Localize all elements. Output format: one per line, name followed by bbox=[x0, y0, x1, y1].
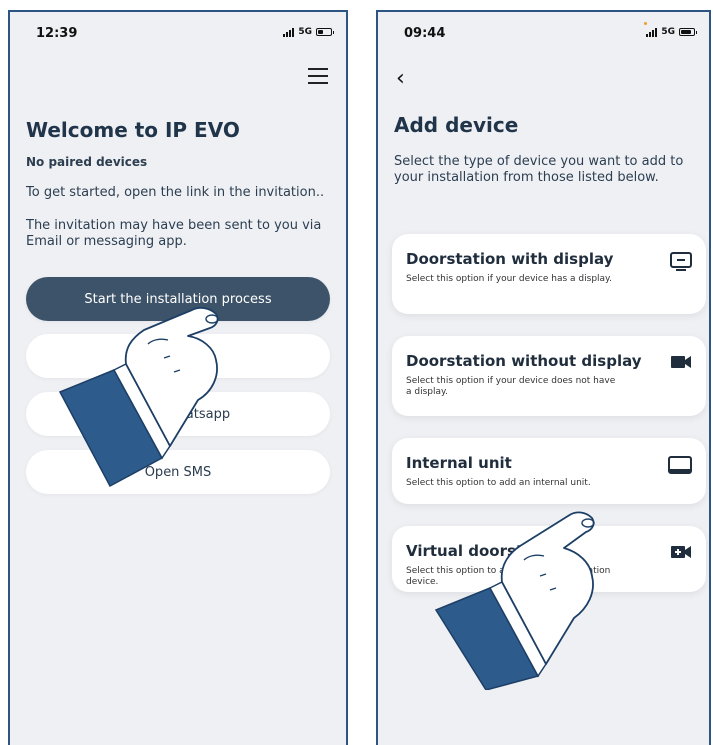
option-description: Select this option if your device does n… bbox=[406, 376, 616, 397]
network-label: 5G bbox=[298, 27, 312, 37]
tablet-icon bbox=[668, 456, 692, 474]
hamburger-menu-icon[interactable] bbox=[308, 68, 328, 89]
page-title: Add device bbox=[394, 113, 519, 137]
pointing-hand-icon bbox=[58, 307, 219, 488]
option-title: Doorstation with display bbox=[406, 250, 614, 268]
instruction-text-1: To get started, open the link in the inv… bbox=[26, 185, 325, 200]
instruction-text-2: The invitation may have been sent to you… bbox=[26, 218, 322, 249]
status-time: 12:39 bbox=[36, 26, 78, 41]
signal-icon bbox=[646, 27, 658, 37]
back-chevron-icon[interactable]: ‹ bbox=[396, 66, 405, 91]
phone-screen-welcome: 12:39 5G Welcome to IP EVO No paired dev… bbox=[8, 10, 348, 745]
page-title: Welcome to IP EVO bbox=[26, 118, 240, 142]
battery-icon bbox=[679, 28, 697, 36]
option-doorstation-with-display[interactable]: Doorstation with display Select this opt… bbox=[392, 234, 706, 314]
status-icons: 5G bbox=[646, 27, 697, 37]
recording-indicator bbox=[644, 22, 647, 25]
status-bar: 09:44 5G bbox=[378, 12, 709, 56]
option-title: Doorstation without display bbox=[406, 352, 642, 370]
option-internal-unit[interactable]: Internal unit Select this option to add … bbox=[392, 438, 706, 504]
battery-level bbox=[681, 30, 692, 34]
monitor-icon bbox=[670, 252, 692, 271]
phone-screen-add-device: 09:44 5G ‹ Add device Select the type of… bbox=[376, 10, 711, 745]
pointing-hand-icon bbox=[434, 511, 595, 690]
network-label: 5G bbox=[661, 27, 675, 37]
intro-text: Select the type of device you want to ad… bbox=[394, 154, 684, 185]
video-plus-icon bbox=[671, 546, 691, 558]
no-devices-label: No paired devices bbox=[26, 155, 148, 169]
option-title: Internal unit bbox=[406, 454, 512, 472]
status-time: 09:44 bbox=[404, 26, 446, 41]
status-icons: 5G bbox=[283, 27, 334, 37]
battery-icon bbox=[316, 28, 334, 36]
option-description: Select this option to add an internal un… bbox=[406, 478, 591, 488]
video-camera-icon bbox=[671, 356, 691, 368]
signal-icon bbox=[283, 27, 295, 37]
battery-level bbox=[318, 30, 324, 34]
status-bar: 12:39 5G bbox=[10, 12, 346, 56]
option-description: Select this option if your device has a … bbox=[406, 274, 612, 284]
option-doorstation-without-display[interactable]: Doorstation without display Select this … bbox=[392, 336, 706, 416]
